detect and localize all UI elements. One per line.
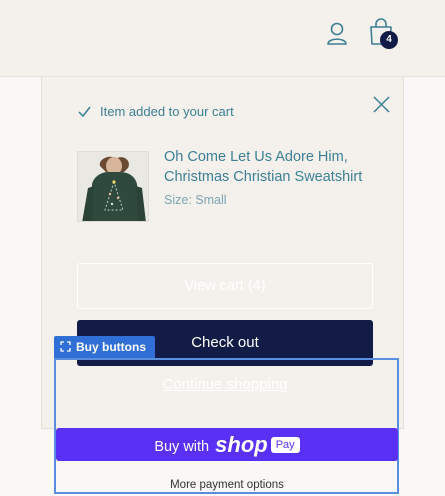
account-icon[interactable] [326, 22, 348, 46]
cart-count-badge: 4 [380, 31, 398, 49]
added-to-cart-message: Item added to your cart [100, 104, 234, 119]
product-image [77, 151, 149, 222]
buy-buttons-section-label[interactable]: Buy buttons [54, 336, 155, 358]
buy-buttons-label-text: Buy buttons [76, 340, 146, 354]
product-title[interactable]: Oh Come Let Us Adore Him, Christmas Chri… [164, 147, 394, 187]
shop-pay-brand: shop [215, 432, 268, 457]
product-size: Size: Small [164, 193, 227, 207]
shop-pay-badge: Pay [270, 437, 300, 453]
shop-pay-prefix: Buy with [154, 439, 210, 455]
check-icon [78, 106, 91, 117]
more-payment-options-link[interactable]: More payment options [56, 479, 398, 491]
shop-pay-button[interactable]: Buy with shop Pay [56, 428, 398, 461]
close-icon[interactable] [373, 96, 390, 113]
select-icon [60, 341, 71, 352]
view-cart-button[interactable]: View cart (4) [77, 263, 373, 309]
buy-buttons-selection-outline [54, 358, 399, 494]
